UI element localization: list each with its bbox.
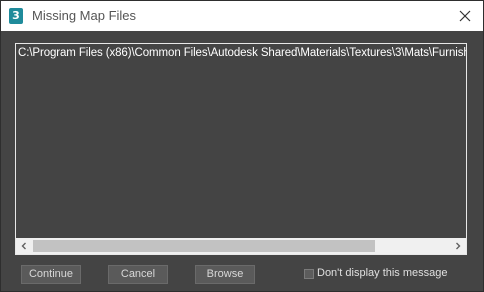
missing-map-files-dialog: 3 Missing Map Files C:\Program Files (x8… [0,0,484,292]
scrollbar-thumb[interactable] [33,240,375,252]
app-3ds-max-icon: 3 [9,8,23,24]
missing-files-list[interactable]: C:\Program Files (x86)\Common Files\Auto… [15,43,467,255]
chevron-right-icon [456,242,461,250]
horizontal-scrollbar[interactable] [16,238,466,254]
scroll-right-button[interactable] [450,238,466,254]
title-bar: 3 Missing Map Files [1,1,483,31]
browse-button[interactable]: Browse [195,265,255,284]
close-icon [459,10,471,22]
chevron-left-icon [21,242,26,250]
close-button[interactable] [456,7,474,25]
cancel-button[interactable]: Cancel [108,265,168,284]
scroll-left-button[interactable] [16,238,32,254]
list-item[interactable]: C:\Program Files (x86)\Common Files\Auto… [18,47,466,59]
dont-display-label: Don't display this message [317,267,448,279]
window-title: Missing Map Files [32,8,137,23]
dont-display-checkbox[interactable] [304,269,314,279]
continue-button[interactable]: Continue [21,265,81,284]
